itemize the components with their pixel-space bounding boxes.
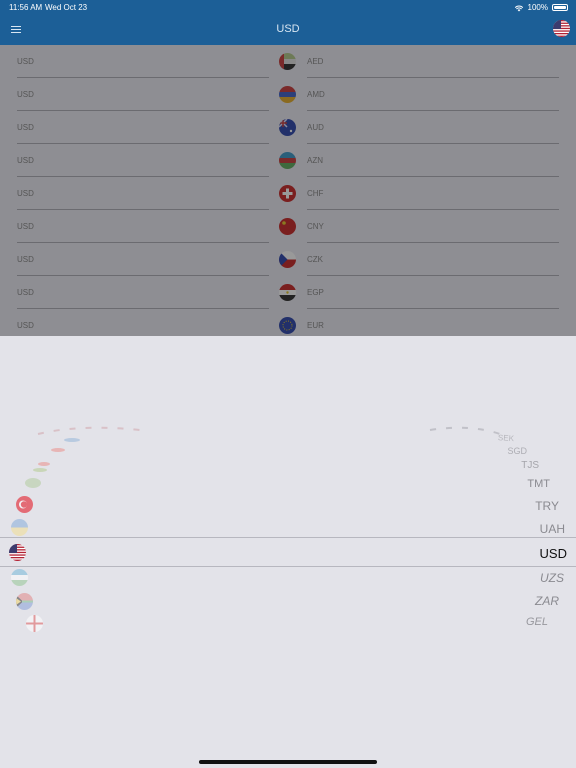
list-item[interactable]: USD AED <box>0 45 576 78</box>
nav-bar: USD <box>0 14 576 45</box>
base-currency: USD <box>17 57 34 66</box>
currency-code: AUD <box>307 123 324 132</box>
status-date: Wed Oct 23 <box>45 3 88 12</box>
rates-list: USD AED USD AMD USD AUD USD AZN USD CHF … <box>0 45 576 336</box>
list-item[interactable]: USD CHF <box>0 177 576 210</box>
australia-flag-icon <box>279 119 296 136</box>
picker-selected-code[interactable]: USD <box>505 546 567 561</box>
picker-item-code: SGD <box>507 446 527 456</box>
picker-item-code: GEL <box>525 616 548 628</box>
base-currency: USD <box>17 288 34 297</box>
home-indicator <box>199 760 377 764</box>
list-item[interactable]: USD EUR <box>0 309 576 336</box>
egypt-flag-icon <box>279 284 296 301</box>
list-item[interactable]: USD CZK <box>0 243 576 276</box>
south-africa-flag-icon <box>16 593 33 610</box>
armenia-flag-icon <box>279 86 296 103</box>
georgia-flag-icon <box>26 615 43 632</box>
us-flag-icon[interactable] <box>9 544 26 561</box>
base-currency: USD <box>17 156 34 165</box>
picker-item-code: TMT <box>527 478 550 490</box>
list-item[interactable]: USD AZN <box>0 144 576 177</box>
currency-code: CHF <box>307 189 324 198</box>
currency-code: CNY <box>307 222 324 231</box>
picker-item-code: UZS <box>540 571 564 585</box>
picker-item-code: ZAR <box>535 594 559 608</box>
uae-flag-icon <box>279 53 296 70</box>
currency-code: AZN <box>307 156 323 165</box>
list-item[interactable]: USD EGP <box>0 276 576 309</box>
currency-code: EUR <box>307 321 324 330</box>
ukraine-flag-icon <box>11 519 28 536</box>
uzbekistan-flag-icon <box>11 569 28 586</box>
list-item[interactable]: USD AMD <box>0 78 576 111</box>
us-flag-icon <box>553 20 570 37</box>
list-item[interactable]: USD CNY <box>0 210 576 243</box>
wifi-icon <box>514 4 524 12</box>
us-flag-button[interactable] <box>553 20 570 37</box>
page-title: USD <box>276 23 300 35</box>
selection-top-line <box>0 537 576 538</box>
base-currency: USD <box>17 321 34 330</box>
battery-percent: 100% <box>527 3 548 12</box>
currency-code: EGP <box>307 288 324 297</box>
base-currency: USD <box>17 222 34 231</box>
currency-code: CZK <box>307 255 323 264</box>
picker-item-code: UAH <box>539 522 565 536</box>
eu-flag-icon <box>279 317 296 334</box>
base-currency: USD <box>17 255 34 264</box>
picker-item-code: TJS <box>521 460 539 471</box>
currency-picker[interactable]: SEK SGD TJS TMT TRY UAH USD UZS ZAR GEL <box>0 336 576 768</box>
china-flag-icon <box>279 218 296 235</box>
status-right: 100% <box>514 3 568 12</box>
base-currency: USD <box>17 90 34 99</box>
selection-bottom-line <box>0 566 576 567</box>
switzerland-flag-icon <box>279 185 296 202</box>
battery-icon <box>552 4 568 11</box>
status-time: 11:56 AM <box>9 3 43 12</box>
czech-flag-icon <box>279 251 296 268</box>
base-currency: USD <box>17 123 34 132</box>
picker-item-code: TRY <box>535 499 559 513</box>
base-currency: USD <box>17 189 34 198</box>
list-item[interactable]: USD AUD <box>0 111 576 144</box>
status-bar: 11:56 AM Wed Oct 23 100% <box>0 0 576 14</box>
turkey-flag-icon <box>16 496 33 513</box>
picker-wheel-fade <box>25 426 501 488</box>
azerbaijan-flag-icon <box>279 152 296 169</box>
currency-code: AMD <box>307 90 325 99</box>
currency-code: AED <box>307 57 324 66</box>
